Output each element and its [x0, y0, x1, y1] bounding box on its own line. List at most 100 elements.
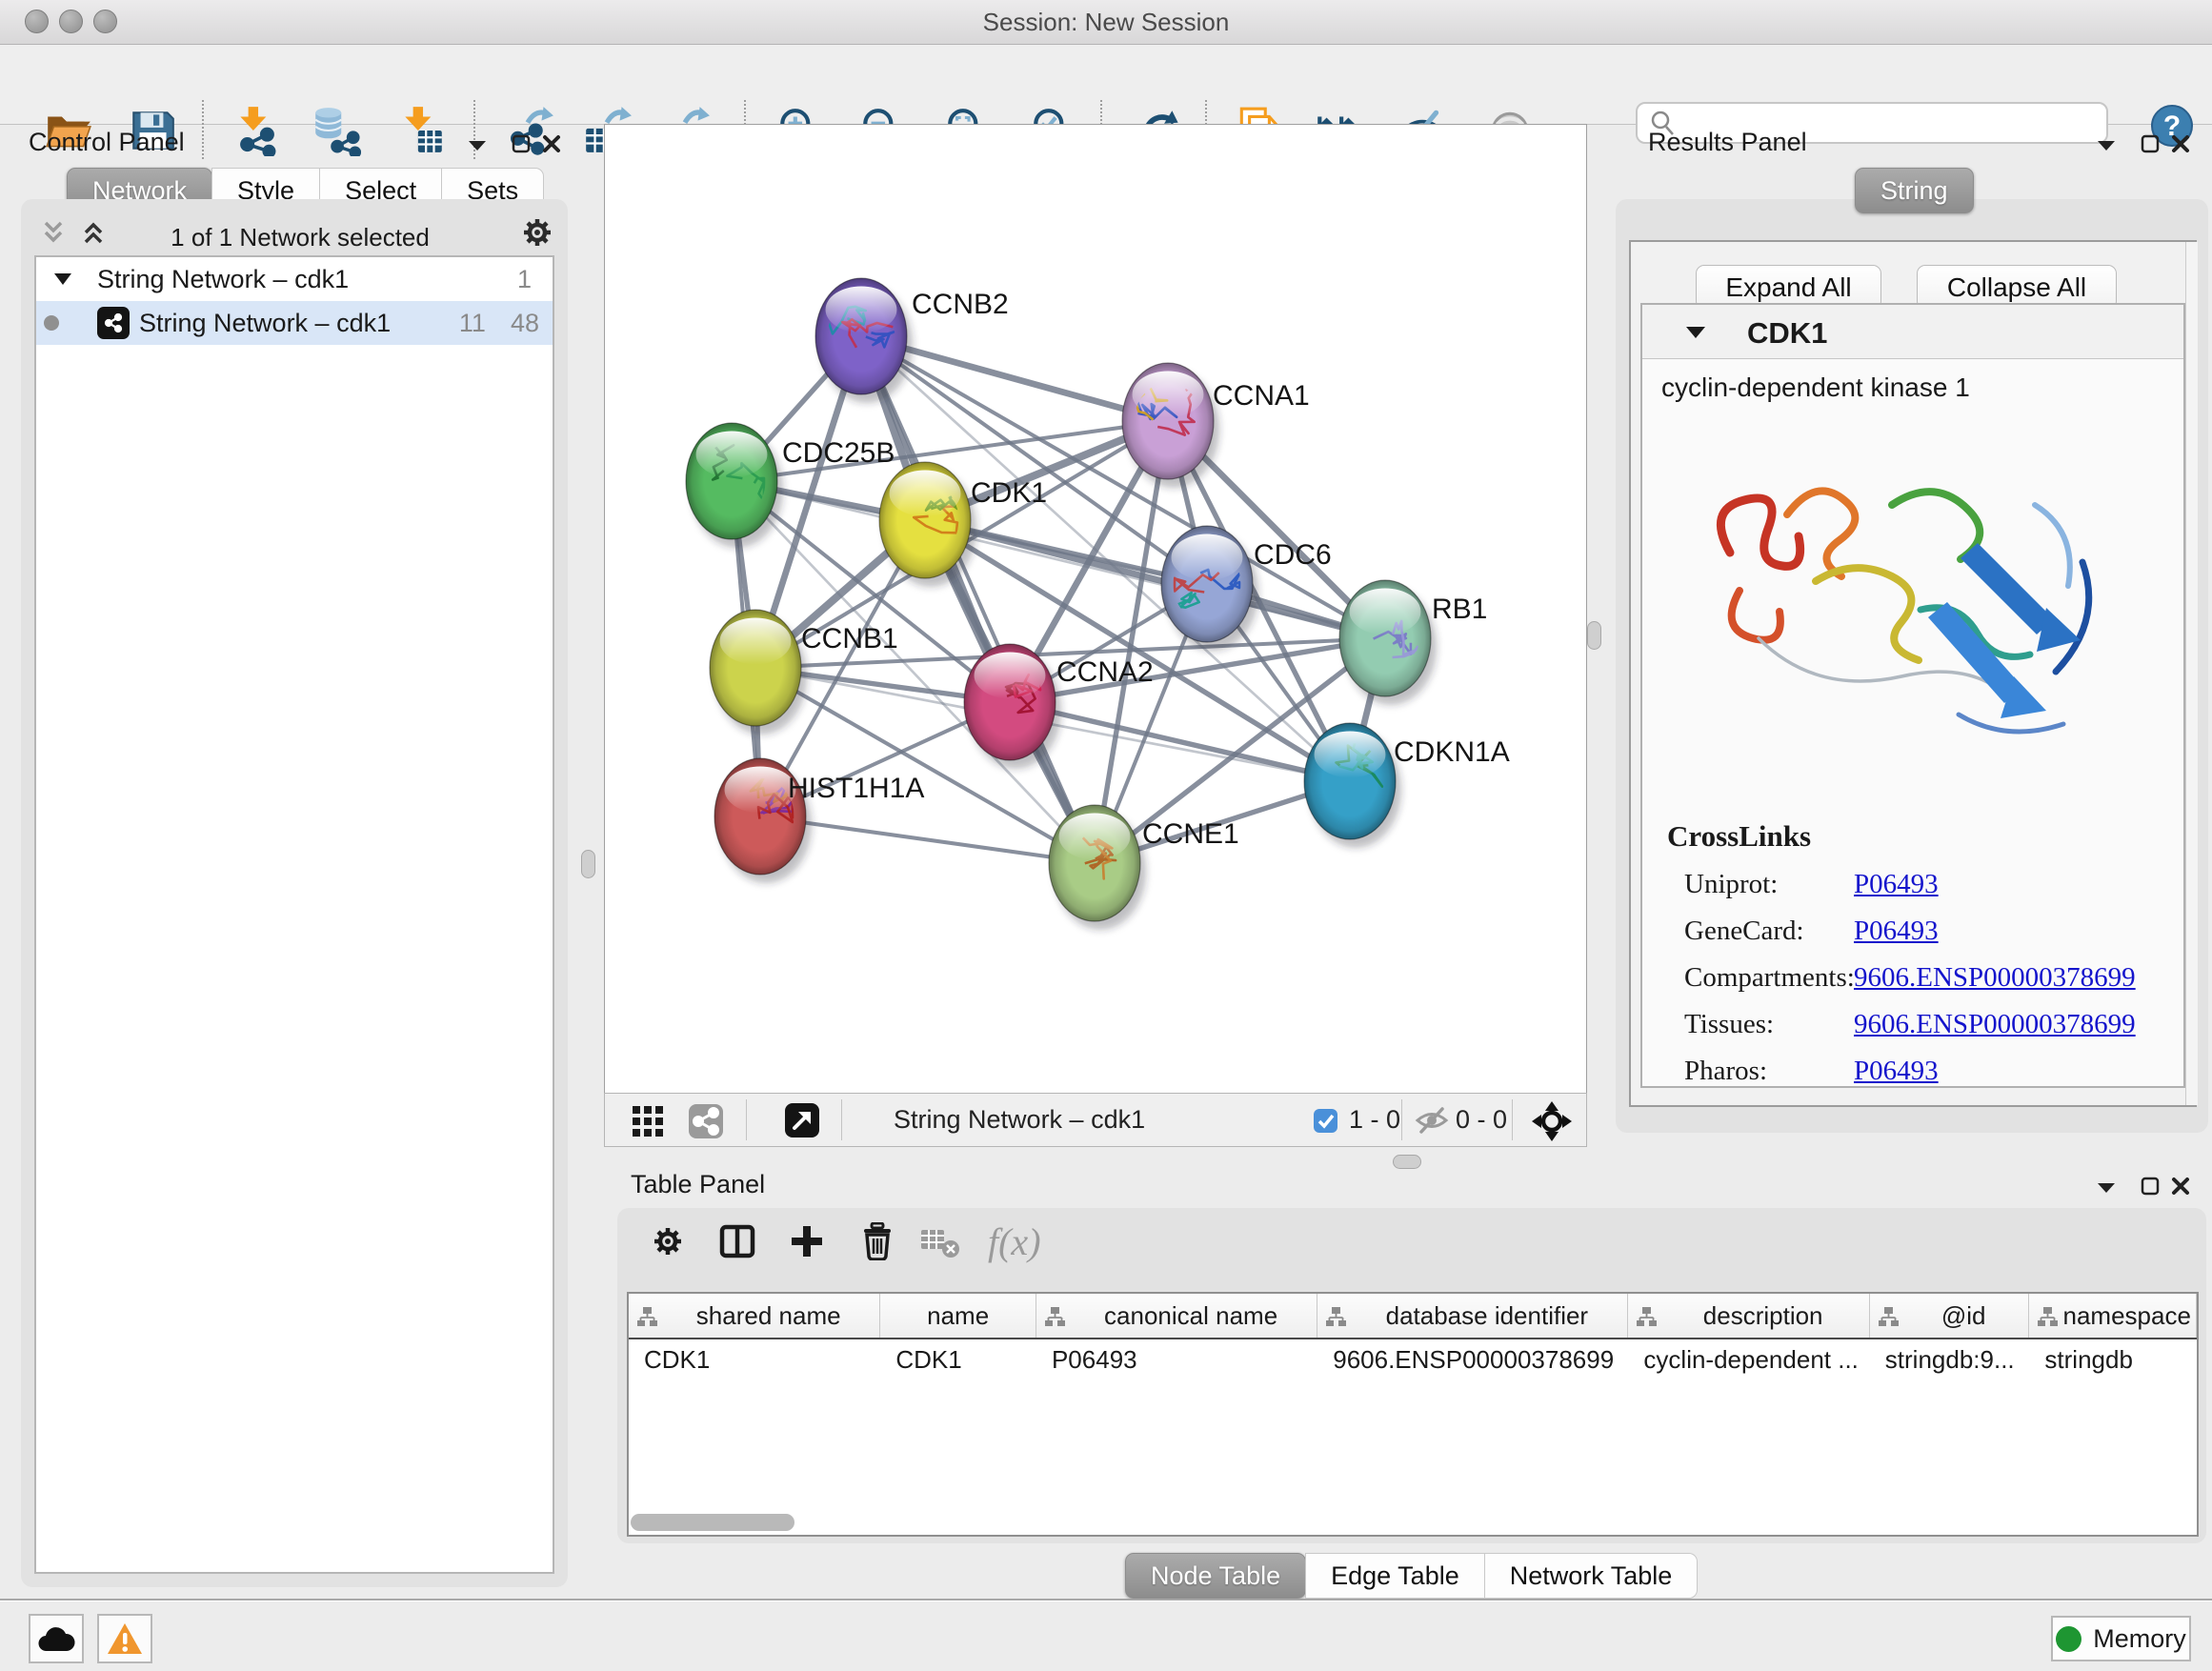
- table-horizontal-scrollbar[interactable]: [631, 1514, 794, 1531]
- memory-button[interactable]: Memory: [2051, 1616, 2191, 1661]
- cloud-status-button[interactable]: [29, 1614, 84, 1663]
- warning-status-button[interactable]: [97, 1614, 152, 1663]
- delete-column-icon[interactable]: [860, 1222, 895, 1260]
- crosslink-label: GeneCard:: [1684, 916, 1854, 947]
- table-panel-title: Table Panel: [631, 1170, 765, 1199]
- right-splitter-handle[interactable]: [1587, 621, 1601, 650]
- node-label-CCNE1: CCNE1: [1142, 818, 1239, 850]
- import-network-database-icon[interactable]: [310, 105, 361, 156]
- node-CDKN1A[interactable]: [1304, 723, 1401, 848]
- edge-CDK1-RB1[interactable]: [925, 520, 1385, 638]
- column-header-name[interactable]: name: [880, 1294, 1036, 1338]
- node-RB1[interactable]: [1339, 580, 1437, 705]
- table-cell[interactable]: 9606.ENSP00000378699: [1317, 1345, 1628, 1375]
- table-cell[interactable]: CDK1: [880, 1345, 1036, 1375]
- results-panel-menu-icon[interactable]: [2096, 135, 2117, 156]
- network-row-selected[interactable]: String Network – cdk1 11 48: [36, 301, 553, 345]
- node-CCNA1[interactable]: [1122, 363, 1219, 488]
- network-label: String Network – cdk1: [139, 309, 391, 338]
- selected-checkbox-icon[interactable]: [1313, 1108, 1338, 1134]
- crosslink-link[interactable]: P06493: [1854, 916, 1939, 947]
- column-header-canonical-name[interactable]: canonical name: [1036, 1294, 1317, 1338]
- table-panel-menu-icon[interactable]: [2096, 1178, 2117, 1198]
- table-cell[interactable]: P06493: [1036, 1345, 1317, 1375]
- node-label-RB1: RB1: [1432, 594, 1487, 625]
- network-collection-row[interactable]: String Network – cdk1 1: [36, 257, 553, 301]
- birdseye-grid-icon[interactable]: [632, 1105, 664, 1137]
- network-edge-count: 48: [511, 309, 539, 338]
- network-tree: String Network – cdk1 1 String Network –…: [34, 255, 554, 1574]
- gene-card: CDK1 cyclin-dependent kinase 1 Cr: [1640, 303, 2185, 1088]
- column-header-namespace[interactable]: namespace: [2029, 1294, 2197, 1338]
- node-CCNB1[interactable]: [710, 610, 807, 735]
- column-header-shared-name[interactable]: shared name: [629, 1294, 880, 1338]
- crosslink-link[interactable]: P06493: [1854, 869, 1939, 900]
- fit-selected-crosshair-icon[interactable]: [1531, 1100, 1573, 1142]
- import-table-icon[interactable]: [396, 105, 448, 156]
- column-header-database-identifier[interactable]: database identifier: [1317, 1294, 1628, 1338]
- gene-card-header[interactable]: CDK1: [1642, 305, 2183, 359]
- network-canvas[interactable]: CCNB2CCNA1CDC25BCDK1CDC6RB1CCNB1CCNA2CDK…: [604, 124, 1587, 1094]
- column-header--id[interactable]: @id: [1870, 1294, 2030, 1338]
- node-label-CDKN1A: CDKN1A: [1394, 736, 1510, 768]
- toolbar-separator: [1401, 1099, 1402, 1140]
- network-options-gear-icon[interactable]: [520, 215, 554, 250]
- card-collapse-icon[interactable]: [1684, 322, 1707, 343]
- tab-node-table[interactable]: Node Table: [1125, 1553, 1306, 1599]
- collection-label: String Network – cdk1: [97, 265, 349, 294]
- results-scrollbar[interactable]: [2185, 242, 2198, 1105]
- left-splitter-handle[interactable]: [581, 850, 595, 878]
- tab-network-table[interactable]: Network Table: [1484, 1553, 1699, 1599]
- table-cell[interactable]: cyclin-dependent ...: [1628, 1345, 1869, 1375]
- node-CDK1[interactable]: [879, 462, 976, 587]
- network-share-icon[interactable]: [688, 1103, 724, 1139]
- tab-string[interactable]: String: [1855, 168, 1974, 213]
- toolbar-separator: [1512, 1099, 1513, 1140]
- table-header-row: shared namenamecanonical namedatabase id…: [629, 1294, 2197, 1339]
- tree-expander-icon[interactable]: [51, 268, 74, 291]
- toolbar-separator: [841, 1099, 842, 1140]
- node-label-CDK1: CDK1: [971, 477, 1047, 509]
- open-in-window-icon[interactable]: [784, 1102, 820, 1138]
- crosslink-label: Tissues:: [1684, 1009, 1854, 1040]
- gene-description: cyclin-dependent kinase 1: [1661, 372, 2183, 403]
- network-view-title: String Network – cdk1: [894, 1094, 1145, 1146]
- table-panel-close-icon[interactable]: [2170, 1176, 2191, 1197]
- results-panel-title: Results Panel: [1648, 128, 1807, 157]
- node-label-CCNB2: CCNB2: [912, 289, 1009, 320]
- protein-structure-image: [1673, 400, 2157, 810]
- node-CCNA2[interactable]: [964, 644, 1061, 769]
- horizontal-splitter-handle[interactable]: [1393, 1155, 1421, 1169]
- results-panel-float-icon[interactable]: [2140, 133, 2161, 154]
- table-cell[interactable]: CDK1: [629, 1345, 880, 1375]
- control-panel-float-icon[interactable]: [511, 133, 532, 154]
- results-panel-close-icon[interactable]: [2170, 133, 2191, 154]
- control-panel-close-icon[interactable]: [541, 133, 562, 154]
- add-column-icon[interactable]: [790, 1224, 824, 1258]
- control-panel-menu-icon[interactable]: [467, 135, 488, 156]
- column-header-description[interactable]: description: [1628, 1294, 1869, 1338]
- crosslink-link[interactable]: 9606.ENSP00000378699: [1854, 962, 2136, 994]
- node-CDC6[interactable]: [1161, 526, 1258, 651]
- selected-counts: 1 - 0: [1349, 1094, 1400, 1146]
- hidden-eye-icon[interactable]: [1415, 1106, 1449, 1135]
- memory-label: Memory: [2093, 1624, 2186, 1654]
- tab-edge-table[interactable]: Edge Table: [1305, 1553, 1485, 1599]
- collapse-all-tree-icon[interactable]: [38, 217, 69, 248]
- gene-name: CDK1: [1747, 316, 1827, 351]
- expand-all-tree-icon[interactable]: [78, 217, 109, 248]
- node-CCNE1[interactable]: [1049, 805, 1146, 930]
- title-bar: Session: New Session: [0, 0, 2212, 45]
- table-panel-float-icon[interactable]: [2140, 1176, 2161, 1197]
- function-builder-icon-disabled: f(x): [988, 1219, 1041, 1264]
- table-gear-icon[interactable]: [651, 1224, 685, 1258]
- table-cell[interactable]: stringdb:9...: [1870, 1345, 2030, 1375]
- crosslink-link[interactable]: 9606.ENSP00000378699: [1854, 1009, 2136, 1040]
- table-cell[interactable]: stringdb: [2029, 1345, 2197, 1375]
- show-columns-icon[interactable]: [719, 1224, 755, 1258]
- crosslink-link[interactable]: P06493: [1854, 1056, 1939, 1087]
- table-row[interactable]: CDK1CDK1P064939606.ENSP00000378699cyclin…: [629, 1339, 2197, 1379]
- node-CCNB2[interactable]: [815, 278, 913, 403]
- crosslink-row: Uniprot:P06493: [1667, 869, 2136, 900]
- import-network-file-icon[interactable]: [231, 105, 283, 156]
